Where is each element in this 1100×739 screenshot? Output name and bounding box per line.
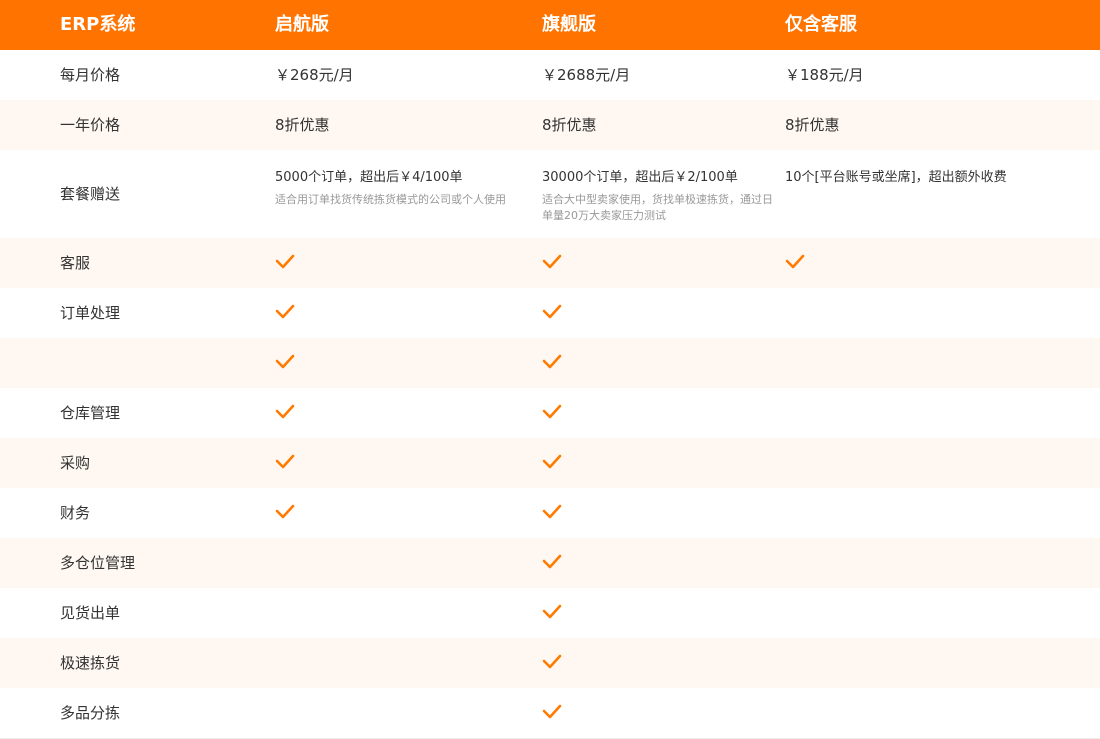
table-row: 采购	[0, 438, 1100, 488]
check-icon	[542, 654, 562, 669]
row-label: 一年价格	[60, 116, 121, 134]
row-label: 套餐赠送	[60, 185, 121, 203]
check-icon	[542, 454, 562, 469]
table-row: 极速拣货	[0, 638, 1100, 688]
table-row	[0, 338, 1100, 388]
table-row-monthly-price: 每月价格 ￥268元/月 ￥2688元/月 ￥188元/月	[0, 50, 1100, 100]
discount-value: 8折优惠	[785, 116, 840, 134]
table-row: 多仓位管理	[0, 538, 1100, 588]
plan-bonus-customer-service: 10个[平台账号或坐席]，超出额外收费	[785, 150, 1025, 185]
discount-value: 8折优惠	[275, 116, 330, 134]
plan-bonus-note: 适合大中型卖家使用，货找单极速拣货，通过日单量20万大卖家压力测试	[542, 193, 773, 222]
check-icon	[275, 404, 295, 419]
header-plan-customer-service: 仅含客服	[785, 14, 857, 35]
check-icon	[542, 704, 562, 719]
header-erp-system: ERP系统	[60, 14, 136, 35]
row-label: 仓库管理	[60, 404, 121, 422]
row-label: 多品分拣	[60, 704, 121, 722]
plan-bonus-main: 10个[平台账号或坐席]，超出额外收费	[785, 170, 1007, 185]
pricing-table: ERP系统 启航版 旗舰版 仅含客服 每月价格 ￥268元/月 ￥2688元/月…	[0, 0, 1100, 738]
table-header: ERP系统 启航版 旗舰版 仅含客服	[0, 0, 1100, 50]
table-row: 客服	[0, 238, 1100, 288]
table-row: 财务	[0, 488, 1100, 538]
price-value: ￥188元/月	[785, 66, 864, 84]
price-value: ￥268元/月	[275, 66, 354, 84]
check-icon	[275, 354, 295, 369]
check-icon	[542, 404, 562, 419]
check-icon	[542, 604, 562, 619]
feature-rows: 客服订单处理仓库管理采购财务多仓位管理见货出单极速拣货多品分拣	[0, 238, 1100, 738]
row-label: 见货出单	[60, 604, 121, 622]
table-row: 见货出单	[0, 588, 1100, 638]
row-label: 多仓位管理	[60, 554, 136, 572]
row-label: 订单处理	[60, 304, 121, 322]
check-icon	[275, 504, 295, 519]
check-icon	[275, 254, 295, 269]
plan-bonus-main: 30000个订单，超出后￥2/100单	[542, 170, 738, 185]
row-label: 财务	[60, 504, 91, 522]
plan-bonus-note: 适合用订单找货传统拣货模式的公司或个人使用	[275, 193, 506, 206]
check-icon	[275, 454, 295, 469]
check-icon	[785, 254, 805, 269]
check-icon	[542, 254, 562, 269]
row-label: 每月价格	[60, 66, 121, 84]
table-row: 订单处理	[0, 288, 1100, 338]
check-icon	[542, 304, 562, 319]
plan-bonus-qijian: 30000个订单，超出后￥2/100单 适合大中型卖家使用，货找单极速拣货，通过…	[542, 150, 782, 224]
check-icon	[542, 354, 562, 369]
plan-bonus-qihang: 5000个订单，超出后￥4/100单 适合用订单找货传统拣货模式的公司或个人使用	[275, 150, 515, 208]
check-icon	[542, 504, 562, 519]
check-icon	[275, 304, 295, 319]
check-icon	[542, 554, 562, 569]
row-label: 客服	[60, 254, 91, 272]
header-plan-qijian: 旗舰版	[542, 14, 596, 35]
table-row-yearly-price: 一年价格 8折优惠 8折优惠 8折优惠	[0, 100, 1100, 150]
plan-bonus-main: 5000个订单，超出后￥4/100单	[275, 170, 463, 185]
row-label: 极速拣货	[60, 654, 121, 672]
table-row: 仓库管理	[0, 388, 1100, 438]
price-value: ￥2688元/月	[542, 66, 631, 84]
row-label: 采购	[60, 454, 91, 472]
table-row: 多品分拣	[0, 688, 1100, 738]
discount-value: 8折优惠	[542, 116, 597, 134]
header-plan-qihang: 启航版	[275, 14, 329, 35]
table-row-package-bonus: 套餐赠送 5000个订单，超出后￥4/100单 适合用订单找货传统拣货模式的公司…	[0, 150, 1100, 238]
